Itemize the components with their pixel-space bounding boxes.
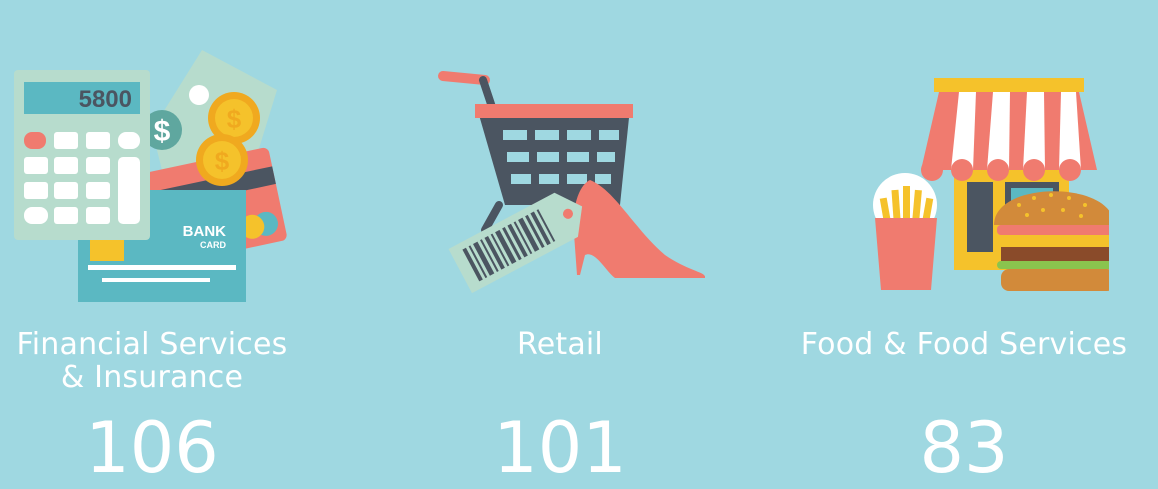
label-line-2: & Insurance — [60, 360, 244, 395]
category-label: Food & Food Services — [770, 328, 1158, 361]
category-count: 101 — [493, 407, 627, 489]
card-text-bank: BANK — [183, 223, 226, 240]
label-line-1: Food & Food Services — [800, 327, 1128, 362]
storefront-fries-burger-icon — [770, 0, 1158, 320]
category-count: 106 — [85, 407, 219, 489]
category-count: 83 — [919, 407, 1009, 489]
calculator-display: 5800 — [79, 86, 132, 113]
card-text-card: CARD — [200, 240, 226, 250]
category-financial-services: BANK CARD $ $ $ 5800 Financial Services … — [0, 0, 304, 488]
category-retail: Retail 101 — [410, 0, 710, 488]
calculator-bank-card-coins-icon: BANK CARD $ $ $ 5800 — [0, 0, 304, 320]
label-line-1: Financial Services — [16, 327, 288, 362]
svg-text:$: $ — [154, 115, 171, 148]
category-label: Retail — [410, 328, 710, 361]
svg-text:$: $ — [215, 146, 230, 176]
category-food-services: Food & Food Services 83 — [770, 0, 1158, 488]
category-label: Financial Services & Insurance — [0, 328, 304, 394]
svg-text:$: $ — [227, 104, 242, 134]
label-line-1: Retail — [517, 327, 603, 362]
shopping-cart-shoe-tag-icon — [410, 0, 710, 320]
